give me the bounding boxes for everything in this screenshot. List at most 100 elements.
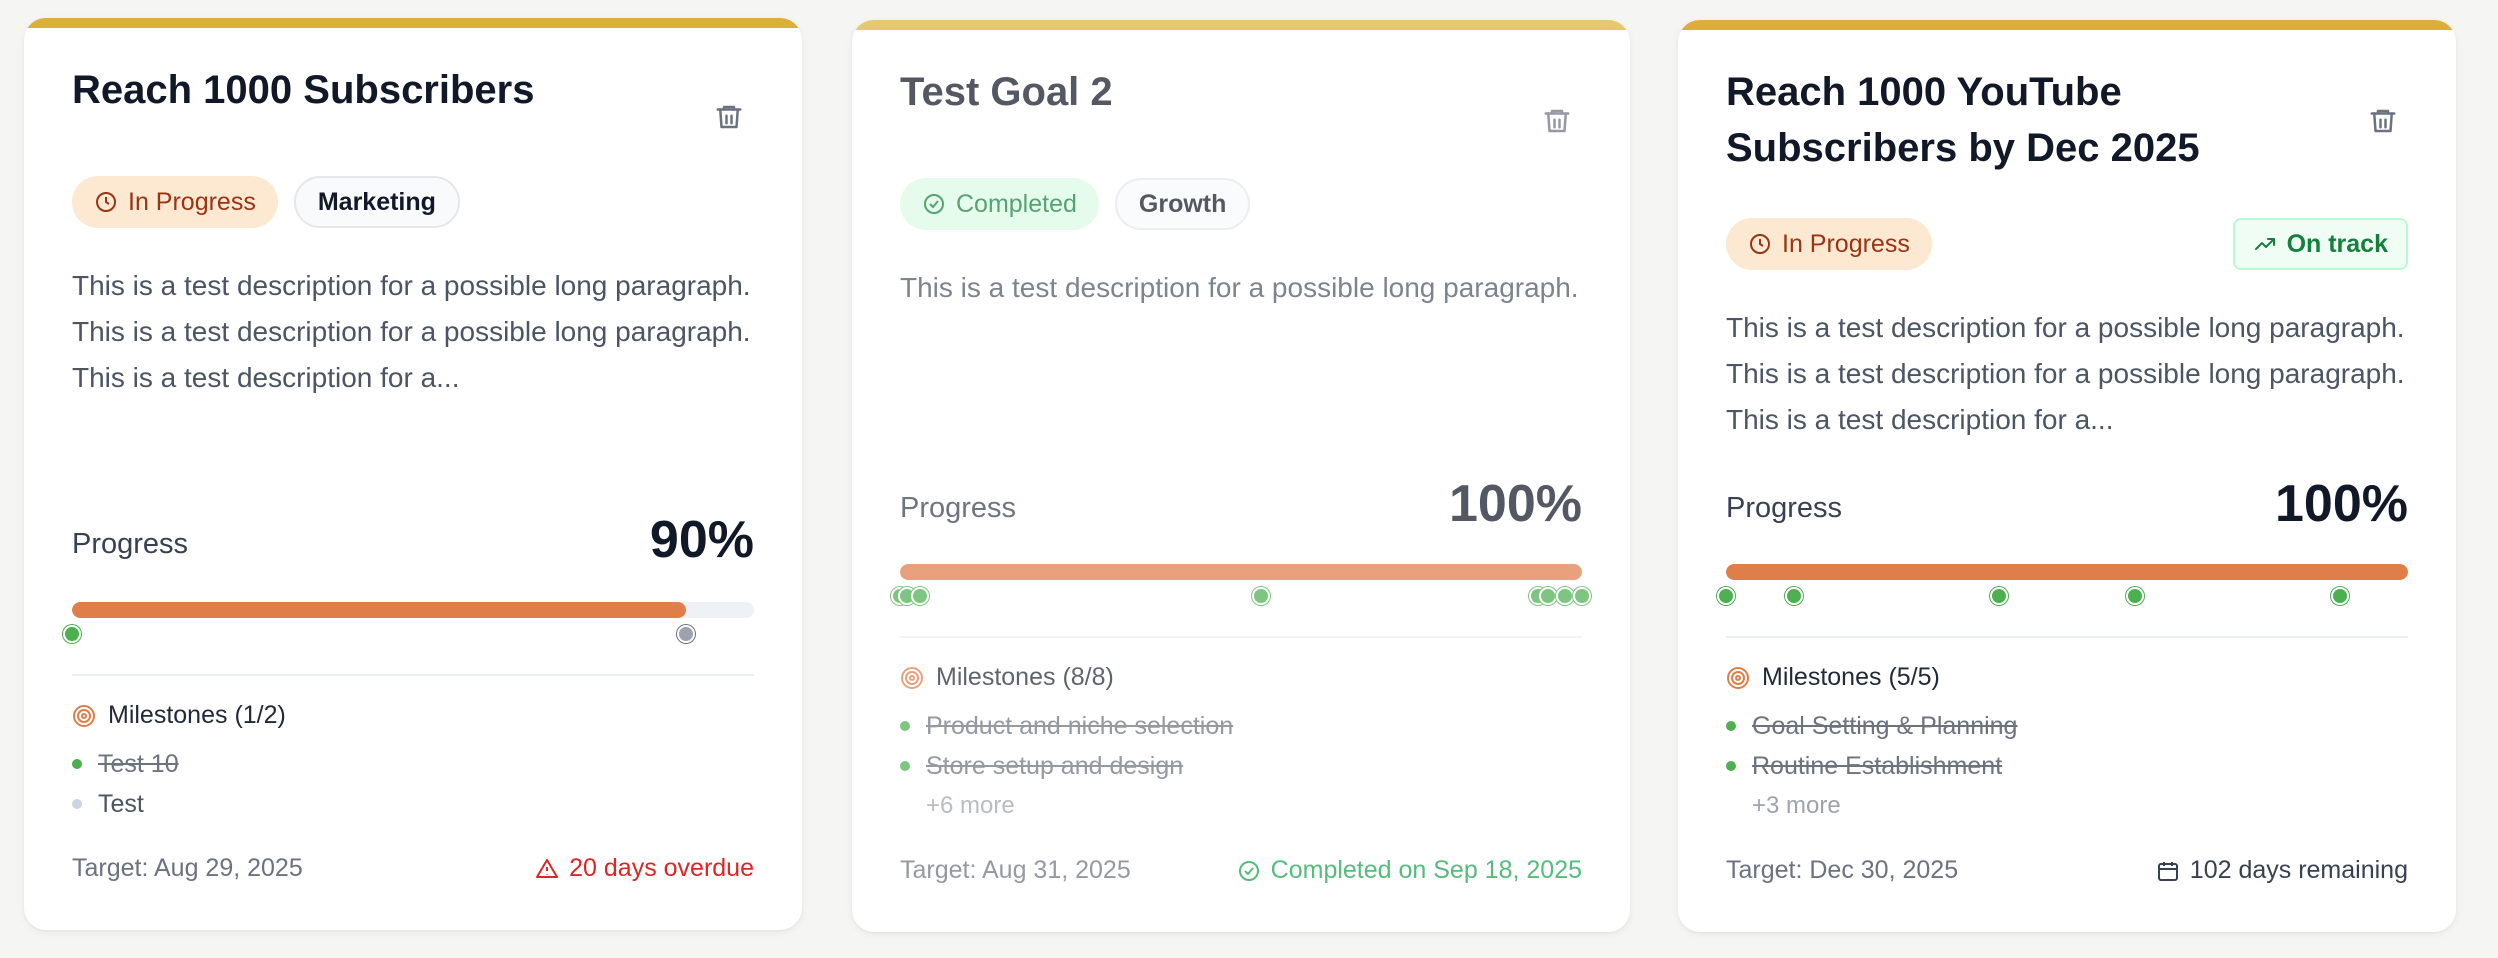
trash-icon	[1544, 109, 1570, 133]
milestone-marker[interactable]	[1555, 587, 1574, 605]
progress-bar	[900, 564, 1582, 580]
deadline-status-label: 20 days overdue	[569, 854, 754, 882]
target-icon	[1727, 666, 1749, 689]
category-badge: Marketing	[293, 176, 460, 228]
milestone-markers	[1717, 587, 2408, 607]
deadline-status-label: Completed on Sep 18, 2025	[1270, 856, 1582, 884]
milestone-label: Test	[98, 789, 144, 818]
more-milestones[interactable]: +3 more	[1726, 786, 2017, 826]
pending-bullet	[72, 799, 82, 809]
done-bullet	[1726, 721, 1736, 731]
trend-badge: On track	[2232, 218, 2408, 270]
milestone-marker[interactable]	[911, 587, 930, 605]
done-bullet	[1726, 761, 1736, 771]
progress-percent: 90%	[649, 511, 754, 569]
badge-row: In Progress Marketing	[72, 176, 460, 228]
category-badge: Growth	[1114, 178, 1251, 230]
goal-card[interactable]: Reach 1000 YouTube Subscribers by Dec 20…	[1678, 20, 2456, 932]
milestone-label: Store setup and design	[926, 751, 1184, 780]
milestone-markers	[63, 625, 754, 645]
progress-percent: 100%	[1449, 475, 1582, 533]
milestone-marker[interactable]	[1538, 587, 1557, 605]
goal-title: Reach 1000 Subscribers	[72, 68, 535, 112]
target-icon	[901, 666, 923, 689]
status-badge-label: Completed	[956, 189, 1077, 218]
goal-description: This is a test description for a possibl…	[72, 270, 751, 393]
status-badge: In Progress	[1726, 218, 1932, 270]
trending-up-icon	[2254, 238, 2275, 250]
milestone-marker[interactable]	[2126, 587, 2145, 605]
milestone-list: Product and niche selection Store setup …	[900, 706, 1233, 826]
calendar-icon	[2157, 861, 2178, 881]
deadline-status: 102 days remaining	[2156, 856, 2408, 885]
status-badge-label: In Progress	[128, 187, 256, 216]
check-circle-icon	[1238, 860, 1259, 881]
deadline-status-label: 102 days remaining	[2189, 856, 2408, 884]
progress-label: Progress	[1726, 492, 1843, 524]
goal-title: Test Goal 2	[900, 70, 1113, 114]
milestone-marker[interactable]	[676, 625, 695, 643]
progress-bar-fill	[72, 602, 686, 618]
status-badge-label: In Progress	[1782, 229, 1910, 258]
milestone-marker[interactable]	[1252, 587, 1271, 605]
status-badge: In Progress	[72, 176, 278, 228]
delete-button[interactable]	[712, 100, 746, 134]
list-item: Test 10	[72, 744, 179, 784]
trash-icon	[2370, 109, 2396, 133]
progress-bar-fill	[900, 564, 1582, 580]
milestone-markers	[891, 587, 1591, 607]
check-circle-icon	[924, 194, 944, 214]
trend-badge-label: On track	[2286, 229, 2388, 258]
list-item: Product and niche selection	[900, 706, 1233, 746]
milestone-label: Goal Setting & Planning	[1752, 711, 2018, 740]
done-bullet	[900, 761, 910, 771]
goal-description: This is a test description for a possibl…	[1726, 312, 2405, 435]
milestone-list: Goal Setting & Planning Routine Establis…	[1726, 706, 2017, 826]
delete-button[interactable]	[2366, 104, 2400, 138]
goal-title: Reach 1000 YouTube Subscribers by Dec 20…	[1726, 70, 2200, 170]
milestone-marker[interactable]	[63, 625, 81, 643]
done-bullet	[72, 759, 82, 769]
milestone-label: Product and niche selection	[926, 711, 1234, 740]
list-item: Routine Establishment	[1726, 746, 2017, 786]
clock-icon	[96, 192, 116, 212]
milestones-heading: Milestones (1/2)	[72, 701, 286, 730]
divider	[900, 636, 1582, 638]
milestones-heading-label: Milestones (1/2)	[108, 701, 286, 729]
progress-bar-fill	[1726, 564, 2408, 580]
status-badge: Completed	[900, 178, 1099, 230]
milestone-marker[interactable]	[1785, 587, 1804, 605]
milestone-list: Test 10 Test	[72, 744, 179, 824]
progress-bar	[1726, 564, 2408, 580]
goals-board: Reach 1000 Subscribers In Progress Marke…	[0, 0, 2498, 958]
alert-triangle-icon	[536, 858, 559, 878]
progress-label: Progress	[900, 492, 1017, 524]
milestone-label: Routine Establishment	[1752, 751, 2003, 780]
target-date: Target: Aug 29, 2025	[72, 854, 303, 882]
list-item: Goal Setting & Planning	[1726, 706, 2017, 746]
deadline-status: 20 days overdue	[535, 854, 754, 883]
badge-row: In Progress	[1726, 218, 1932, 270]
progress-label: Progress	[72, 528, 189, 560]
milestone-marker[interactable]	[1989, 587, 2008, 605]
progress-percent: 100%	[2275, 475, 2408, 533]
milestone-marker[interactable]	[1717, 587, 1735, 605]
milestones-heading-label: Milestones (8/8)	[936, 663, 1114, 691]
milestones-heading: Milestones (8/8)	[900, 663, 1114, 692]
delete-button[interactable]	[1540, 104, 1574, 138]
progress-bar	[72, 602, 754, 618]
more-milestones[interactable]: +6 more	[900, 786, 1233, 826]
clock-icon	[1750, 234, 1770, 254]
list-item: Test	[72, 784, 179, 824]
target-date: Target: Aug 31, 2025	[900, 856, 1131, 884]
goal-card[interactable]: Reach 1000 Subscribers In Progress Marke…	[24, 18, 802, 930]
divider	[1726, 636, 2408, 638]
milestone-marker[interactable]	[1573, 587, 1591, 605]
goal-card[interactable]: Test Goal 2 Completed Growth This is a t…	[852, 20, 1630, 932]
divider	[72, 674, 754, 676]
milestone-marker[interactable]	[2330, 587, 2349, 605]
list-item: Store setup and design	[900, 746, 1233, 786]
target-icon	[73, 704, 95, 727]
deadline-status: Completed on Sep 18, 2025	[1237, 856, 1582, 885]
trash-icon	[716, 105, 742, 129]
